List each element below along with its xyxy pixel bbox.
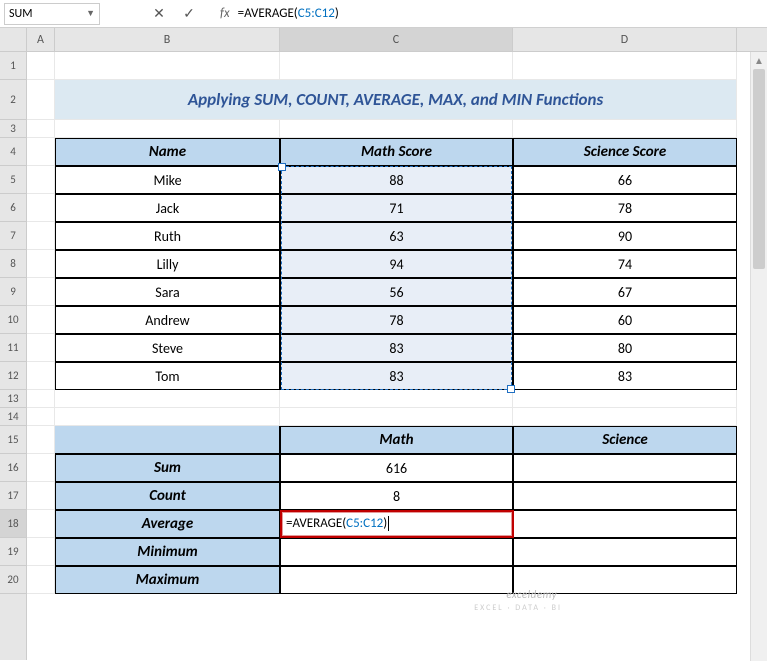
row-header[interactable]: 19 [0,538,26,566]
table-cell[interactable]: Ruth [55,222,280,250]
stats-header-math: Math [280,426,513,454]
row-header[interactable]: 8 [0,250,26,278]
page-title: Applying SUM, COUNT, AVERAGE, MAX, and M… [55,80,737,120]
formula-bar-buttons: ✕ ✓ fx [150,5,230,23]
table-cell[interactable]: Lilly [55,250,280,278]
cells-area[interactable]: Applying SUM, COUNT, AVERAGE, MAX, and M… [27,52,767,594]
row-header[interactable]: 17 [0,482,26,510]
row-header[interactable]: 7 [0,222,26,250]
row-headers: 1 2 3 4 5 6 7 8 9 10 11 12 13 14 15 16 1… [0,28,27,660]
table-cell[interactable]: 60 [513,306,737,334]
col-header[interactable]: A [27,28,55,51]
row-header[interactable]: 20 [0,566,26,594]
table-cell[interactable]: 80 [513,334,737,362]
stat-value[interactable] [513,566,737,594]
col-header[interactable]: B [55,28,280,51]
stat-value[interactable] [513,510,737,538]
stat-label-minimum: Minimum [55,538,280,566]
spreadsheet-grid: 1 2 3 4 5 6 7 8 9 10 11 12 13 14 15 16 1… [0,28,767,660]
row-header[interactable]: 10 [0,306,26,334]
stat-value[interactable]: 8 [280,482,513,510]
row-header[interactable]: 5 [0,166,26,194]
table-cell[interactable]: 94 [280,250,513,278]
table-header-math: Math Score [280,138,513,166]
cancel-icon[interactable]: ✕ [150,5,168,23]
active-cell[interactable] [280,510,513,538]
vertical-scrollbar[interactable]: ▲ [750,52,767,661]
table-header-science: Science Score [513,138,737,166]
table-cell[interactable]: 56 [280,278,513,306]
stat-value[interactable] [280,538,513,566]
name-box-value: SUM [9,7,32,21]
row-header[interactable]: 1 [0,52,26,80]
chevron-down-icon[interactable]: ▼ [86,8,95,19]
stat-label-average: Average [55,510,280,538]
stat-value[interactable] [513,482,737,510]
table-cell[interactable]: Sara [55,278,280,306]
scroll-up-icon[interactable]: ▲ [751,52,767,69]
table-header-name: Name [55,138,280,166]
table-cell[interactable]: 83 [280,334,513,362]
col-header[interactable]: D [513,28,737,51]
formula-bar: SUM ▼ ✕ ✓ fx =AVERAGE(C5:C12) [0,0,767,28]
row-header[interactable]: 18 [0,510,26,538]
table-cell[interactable]: 88 [280,166,513,194]
stat-value[interactable] [280,566,513,594]
stat-value[interactable] [513,454,737,482]
row-header[interactable]: 14 [0,408,26,426]
stat-label-maximum: Maximum [55,566,280,594]
table-cell[interactable]: 71 [280,194,513,222]
col-header[interactable]: C [280,28,513,51]
table-cell[interactable]: 78 [513,194,737,222]
table-cell[interactable]: 67 [513,278,737,306]
select-all-corner[interactable] [0,28,26,52]
table-cell[interactable]: 63 [280,222,513,250]
row-header[interactable]: 12 [0,362,26,390]
stat-value[interactable]: 616 [280,454,513,482]
row-header[interactable]: 11 [0,334,26,362]
row-header[interactable]: 2 [0,80,26,120]
formula-input[interactable]: =AVERAGE(C5:C12) [236,4,767,23]
table-cell[interactable]: 78 [280,306,513,334]
row-header[interactable]: 4 [0,138,26,166]
table-cell[interactable]: Steve [55,334,280,362]
column-headers: A B C D [27,28,767,52]
table-cell[interactable]: Andrew [55,306,280,334]
table-cell[interactable]: 83 [513,362,737,390]
table-cell[interactable]: 74 [513,250,737,278]
table-cell[interactable]: Jack [55,194,280,222]
name-box[interactable]: SUM ▼ [4,3,100,25]
table-cell[interactable]: 66 [513,166,737,194]
stat-label-sum: Sum [55,454,280,482]
table-cell[interactable]: Tom [55,362,280,390]
row-header[interactable]: 9 [0,278,26,306]
enter-icon[interactable]: ✓ [180,5,198,23]
table-cell[interactable]: 90 [513,222,737,250]
scroll-thumb[interactable] [753,69,765,269]
row-header[interactable]: 15 [0,426,26,454]
stat-value[interactable] [513,538,737,566]
row-header[interactable]: 16 [0,454,26,482]
fx-icon[interactable]: fx [220,6,230,21]
stat-label-count: Count [55,482,280,510]
table-cell[interactable]: Mike [55,166,280,194]
row-header[interactable]: 13 [0,390,26,408]
table-cell[interactable]: 83 [280,362,513,390]
row-header[interactable]: 6 [0,194,26,222]
stats-header-science: Science [513,426,737,454]
row-header[interactable]: 3 [0,120,26,138]
